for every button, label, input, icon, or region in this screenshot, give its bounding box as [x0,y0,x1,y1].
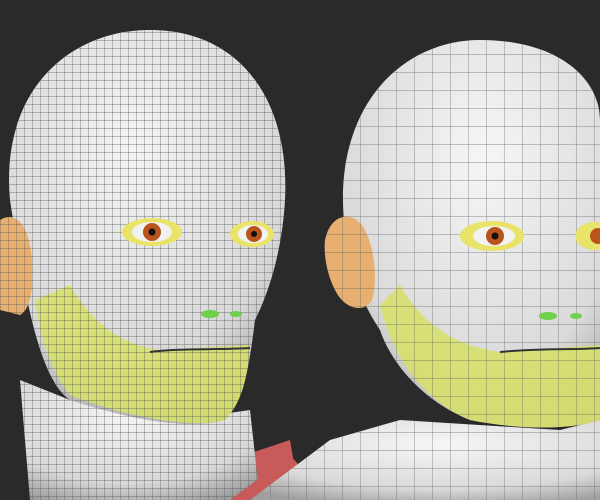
left-nostril [201,310,219,318]
head-renders [0,0,600,500]
render-viewport [0,0,600,500]
right-nostril [539,312,557,320]
left-eye-right-side [122,218,182,246]
left-eye-left-side [230,221,274,247]
right-eye-right-side [460,221,524,251]
